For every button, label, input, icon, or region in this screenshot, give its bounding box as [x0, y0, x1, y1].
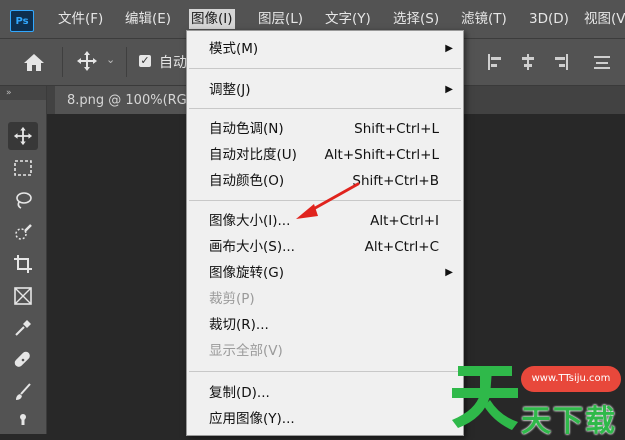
lasso-tool[interactable]	[8, 186, 38, 214]
menu-item-label: 自动对比度(U)	[209, 147, 297, 163]
watermark-url: www.TTsiju.com	[521, 366, 621, 392]
menu-item-label: 模式(M)	[209, 41, 259, 57]
home-icon[interactable]	[22, 51, 46, 73]
move-tool[interactable]	[8, 122, 38, 150]
menu-item-shortcut: Shift+Ctrl+B	[352, 173, 439, 189]
annotation-arrow-icon	[296, 182, 360, 219]
brush-icon	[16, 383, 31, 400]
marquee-tool[interactable]	[8, 154, 38, 182]
eyedropper-icon	[15, 320, 31, 336]
watermark-brand: 天下载	[521, 404, 617, 439]
auto-select-label: 自动	[159, 55, 187, 71]
menu-item-label: 应用图像(Y)...	[209, 411, 295, 427]
menu-item-label: 调整(J)	[209, 82, 251, 98]
stamp-tool[interactable]	[8, 408, 38, 436]
menu-item-adjustments[interactable]: 调整(J) ▶	[187, 78, 463, 102]
bandage-icon	[14, 351, 30, 367]
menu-item-image-rotation[interactable]: 图像旋转(G) ▶	[187, 261, 463, 285]
chevron-down-icon[interactable]: ⌄	[106, 53, 115, 66]
eyedropper-tool[interactable]	[8, 314, 38, 342]
panel-collapse-icon[interactable]: »	[0, 86, 46, 100]
frame-tool[interactable]	[8, 282, 38, 310]
align-center-icon[interactable]	[518, 53, 538, 71]
menu-item-duplicate[interactable]: 复制(D)...	[187, 381, 463, 405]
document-tab[interactable]: 8.png @ 100%(RGB/8)	[55, 86, 187, 114]
menu-item-label: 复制(D)...	[209, 385, 270, 401]
menu-item-auto-contrast[interactable]: 自动对比度(U) Alt+Shift+Ctrl+L	[187, 143, 463, 167]
menu-item-canvas-size[interactable]: 画布大小(S)... Alt+Ctrl+C	[187, 235, 463, 259]
quick-select-tool[interactable]	[8, 218, 38, 246]
menu-item-label: 裁切(R)...	[209, 317, 269, 333]
move-icon	[13, 126, 33, 146]
menu-item-crop: 裁剪(P)	[187, 287, 463, 311]
menu-item-trim[interactable]: 裁切(R)...	[187, 313, 463, 337]
menu-type[interactable]: 文字(Y)	[323, 9, 373, 29]
menu-edit[interactable]: 编辑(E)	[123, 9, 173, 29]
watermark-logo-icon	[452, 366, 518, 430]
submenu-arrow-icon: ▶	[445, 43, 453, 54]
menu-item-label: 图像大小(I)...	[209, 213, 291, 229]
align-top-icon[interactable]	[592, 53, 612, 71]
healing-brush-tool[interactable]	[8, 346, 38, 374]
menu-item-shortcut: Alt+Ctrl+C	[364, 239, 439, 255]
lasso-icon	[16, 192, 32, 209]
menu-view[interactable]: 视图(V	[582, 9, 625, 29]
image-menu-dropdown: 模式(M) ▶ 调整(J) ▶ 自动色调(N) Shift+Ctrl+L 自动对…	[186, 30, 464, 436]
menu-layer[interactable]: 图层(L)	[256, 9, 305, 29]
marquee-icon	[14, 160, 32, 176]
menu-item-label: 裁剪(P)	[209, 291, 255, 307]
crop-tool[interactable]	[8, 250, 38, 278]
menu-item-mode[interactable]: 模式(M) ▶	[187, 37, 463, 61]
quick-select-icon	[15, 224, 32, 240]
menu-separator	[189, 68, 461, 69]
tools-panel: »	[0, 86, 47, 434]
move-tool-icon[interactable]	[76, 50, 98, 72]
menu-item-reveal-all: 显示全部(V)	[187, 339, 463, 363]
menu-3d[interactable]: 3D(D)	[527, 9, 571, 29]
photoshop-logo-icon: Ps	[10, 10, 34, 32]
menu-item-shortcut: Alt+Shift+Ctrl+L	[324, 147, 439, 163]
menu-select[interactable]: 选择(S)	[391, 9, 441, 29]
menu-filter[interactable]: 滤镜(T)	[459, 9, 509, 29]
menu-item-label: 图像旋转(G)	[209, 265, 284, 281]
submenu-arrow-icon: ▶	[445, 84, 453, 95]
menu-file[interactable]: 文件(F)	[56, 9, 105, 29]
brush-tool[interactable]	[8, 378, 38, 406]
menu-item-label: 自动色调(N)	[209, 121, 284, 137]
options-divider	[62, 47, 63, 77]
menu-item-label: 画布大小(S)...	[209, 239, 295, 255]
menu-item-label: 自动颜色(O)	[209, 173, 285, 189]
auto-select-checkbox[interactable]: ✓	[139, 55, 151, 67]
menu-item-shortcut: Alt+Ctrl+I	[370, 213, 439, 229]
menu-item-auto-tone[interactable]: 自动色调(N) Shift+Ctrl+L	[187, 117, 463, 141]
crop-icon	[14, 255, 32, 273]
menu-separator	[189, 108, 461, 109]
align-right-icon[interactable]	[550, 53, 570, 71]
menu-item-shortcut: Shift+Ctrl+L	[354, 121, 439, 137]
stamp-icon	[20, 414, 26, 425]
menu-item-label: 显示全部(V)	[209, 343, 283, 359]
menu-image[interactable]: 图像(I)	[189, 9, 235, 29]
frame-icon	[14, 287, 32, 305]
submenu-arrow-icon: ▶	[445, 267, 453, 278]
options-divider	[126, 47, 127, 77]
align-left-icon[interactable]	[486, 53, 506, 71]
menu-separator	[189, 371, 461, 372]
menu-item-apply-image[interactable]: 应用图像(Y)...	[187, 407, 463, 431]
